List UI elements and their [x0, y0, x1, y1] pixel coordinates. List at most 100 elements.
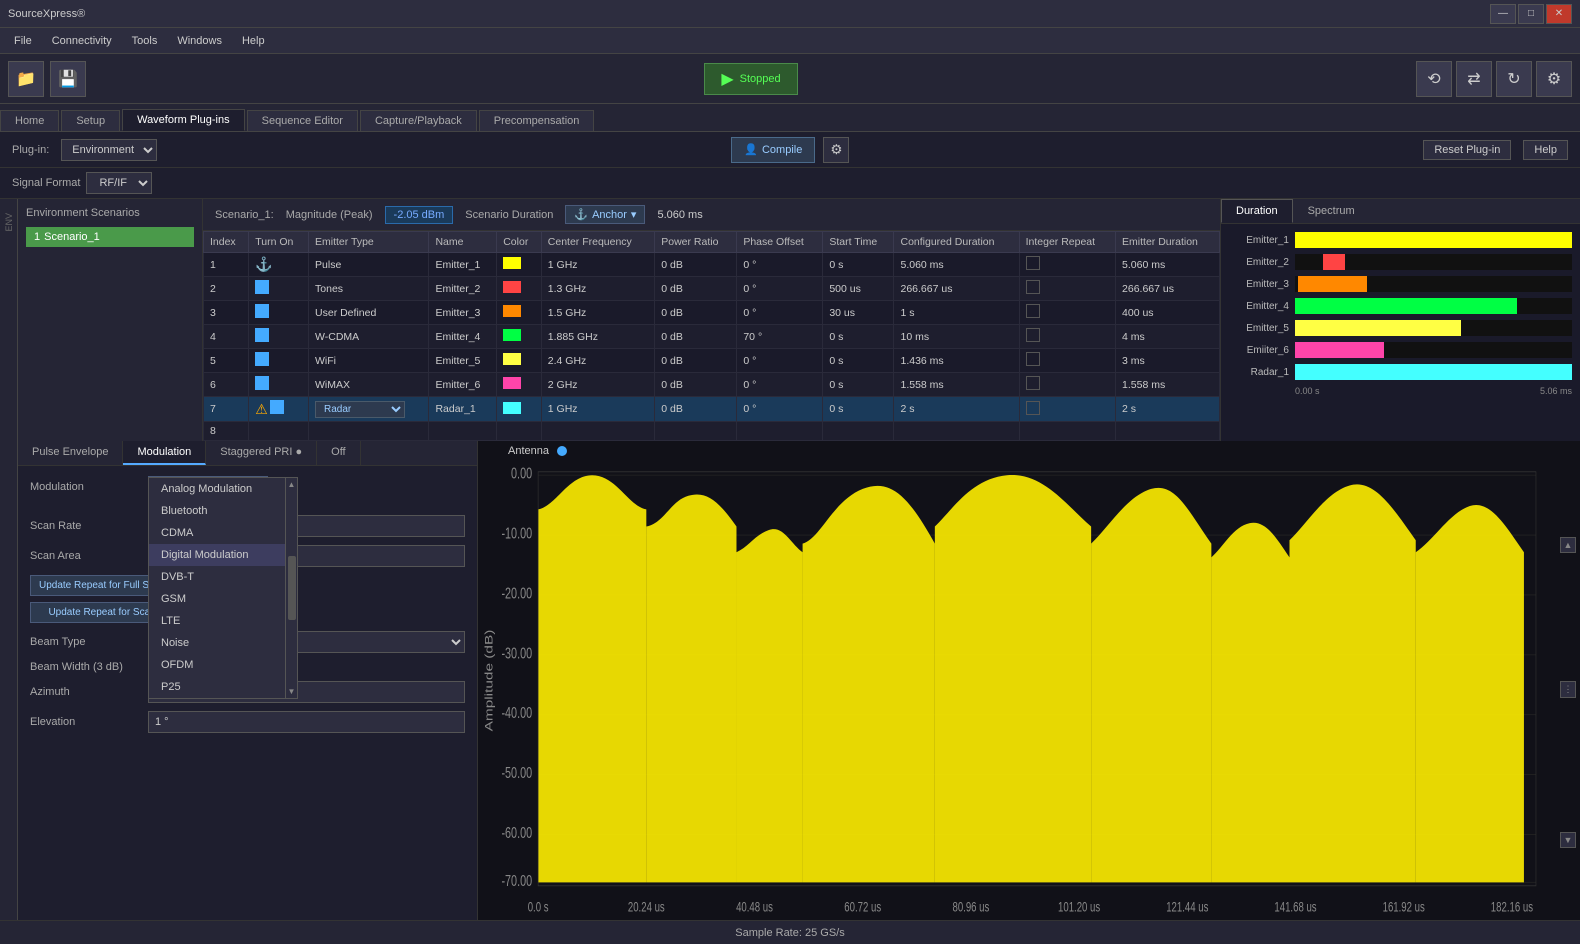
cell-anchor[interactable]: ⚓ — [249, 253, 309, 277]
cell-turnon[interactable] — [249, 301, 309, 325]
cell-phase: 70 ° — [737, 325, 823, 349]
scenario-item-1[interactable]: 1 Scenario_1 — [26, 227, 194, 247]
tab-waveform-plugins[interactable]: Waveform Plug-ins — [122, 109, 245, 131]
tab-staggered-pri[interactable]: Staggered PRI ● — [206, 441, 317, 465]
settings-button[interactable]: ⚙ — [823, 137, 849, 163]
cell-int-rep[interactable] — [1019, 325, 1115, 349]
tab-duration[interactable]: Duration — [1221, 199, 1293, 223]
menu-tools[interactable]: Tools — [122, 32, 168, 50]
svg-text:-40.00: -40.00 — [501, 704, 532, 721]
menu-help[interactable]: Help — [232, 32, 275, 50]
cell-turnon[interactable] — [249, 325, 309, 349]
close-button[interactable]: ✕ — [1546, 4, 1572, 24]
play-stop-button[interactable]: ▶ Stopped — [704, 63, 797, 95]
cell-int-rep[interactable] — [1019, 397, 1115, 422]
col-phase: Phase Offset — [737, 232, 823, 253]
menu-windows[interactable]: Windows — [167, 32, 232, 50]
tool-btn-1[interactable]: ⟲ — [1416, 61, 1452, 97]
cell-int-rep[interactable] — [1019, 373, 1115, 397]
table-row: 5 WiFi Emitter_5 2.4 GHz 0 dB 0 ° 0 s 1.… — [204, 349, 1220, 373]
emitter-type-select[interactable]: Radar — [315, 401, 405, 418]
tool-btn-3[interactable]: ↻ — [1496, 61, 1532, 97]
cell-color — [497, 373, 542, 397]
tab-precompensation[interactable]: Precompensation — [479, 110, 595, 131]
dur-label-1: Emitter_1 — [1229, 235, 1289, 246]
tab-spectrum[interactable]: Spectrum — [1293, 199, 1370, 223]
cell-turnon[interactable] — [249, 349, 309, 373]
tab-off[interactable]: Off — [317, 441, 360, 465]
dur-row-7: Radar_1 — [1229, 364, 1572, 380]
tab-sequence-editor[interactable]: Sequence Editor — [247, 110, 358, 131]
tab-home[interactable]: Home — [0, 110, 59, 131]
cell-int-rep[interactable] — [1019, 253, 1115, 277]
svg-text:0.0 s: 0.0 s — [528, 899, 549, 915]
chart-scroll-up[interactable]: ▲ — [1560, 537, 1576, 553]
tab-setup[interactable]: Setup — [61, 110, 120, 131]
menu-file[interactable]: File — [4, 32, 42, 50]
minimize-button[interactable]: — — [1490, 4, 1516, 24]
elevation-row: Elevation — [30, 711, 465, 733]
cell-freq: 1.3 GHz — [541, 277, 654, 301]
dropdown-scroll-up[interactable]: ▲ — [288, 480, 296, 489]
cell-freq: 1 GHz — [541, 397, 654, 422]
cell-int-rep[interactable] — [1019, 349, 1115, 373]
tool-btn-2[interactable]: ⇄ — [1456, 61, 1492, 97]
anchor-button[interactable]: ⚓ Anchor ▾ — [565, 205, 645, 224]
signal-format-select[interactable]: RF/IF — [86, 172, 152, 194]
col-conf-dur: Configured Duration — [894, 232, 1019, 253]
tool-btn-4[interactable]: ⚙ — [1536, 61, 1572, 97]
cell-index: 5 — [204, 349, 249, 373]
reset-plugin-button[interactable]: Reset Plug-in — [1423, 140, 1511, 160]
tab-modulation[interactable]: Modulation — [123, 441, 206, 465]
dropdown-scroll-down[interactable]: ▼ — [288, 687, 296, 696]
compile-button[interactable]: 👤 Compile — [731, 137, 815, 163]
table-row: 6 WiMAX Emitter_6 2 GHz 0 dB 0 ° 0 s 1.5… — [204, 373, 1220, 397]
help-button[interactable]: Help — [1523, 140, 1568, 160]
chart-scroll-down[interactable]: ▼ — [1560, 832, 1576, 848]
svg-text:60.72 us: 60.72 us — [844, 899, 881, 915]
maximize-button[interactable]: □ — [1518, 4, 1544, 24]
cell-turnon[interactable] — [249, 277, 309, 301]
cell-emit-dur: 1.558 ms — [1116, 373, 1220, 397]
cell-conf-dur: 1.558 ms — [894, 373, 1019, 397]
cell-name: Emitter_6 — [429, 373, 497, 397]
cell-freq: 2 GHz — [541, 373, 654, 397]
svg-text:161.92 us: 161.92 us — [1383, 899, 1425, 915]
col-color: Color — [497, 232, 542, 253]
elevation-input[interactable] — [148, 711, 465, 733]
antenna-label: Antenna — [508, 445, 549, 457]
mod-item-digital[interactable]: Digital Modulation — [149, 544, 297, 566]
chart-area: Antenna ▲ ▼ ⋮ — [478, 441, 1580, 920]
svg-text:80.96 us: 80.96 us — [952, 899, 989, 915]
plugin-select[interactable]: Environment — [61, 139, 157, 161]
mod-item-noise[interactable]: Noise — [149, 632, 297, 654]
mod-item-dvbt[interactable]: DVB-T — [149, 566, 297, 588]
cell-int-rep[interactable] — [1019, 301, 1115, 325]
cell-index: 2 — [204, 277, 249, 301]
cell-emit-dur: 5.060 ms — [1116, 253, 1220, 277]
mod-item-ofdm[interactable]: OFDM — [149, 654, 297, 676]
mod-item-gsm[interactable]: GSM — [149, 588, 297, 610]
mod-item-bluetooth[interactable]: Bluetooth — [149, 500, 297, 522]
cell-turnon[interactable] — [249, 373, 309, 397]
cell-index: 6 — [204, 373, 249, 397]
mod-item-analog[interactable]: Analog Modulation — [149, 478, 297, 500]
save-button[interactable]: 💾 — [50, 61, 86, 97]
cell-type[interactable]: Radar — [309, 397, 429, 422]
duration-tabs: Duration Spectrum — [1221, 199, 1580, 224]
magnitude-value[interactable]: -2.05 dBm — [385, 206, 454, 224]
tab-capture-playback[interactable]: Capture/Playback — [360, 110, 477, 131]
mod-item-lte[interactable]: LTE — [149, 610, 297, 632]
cell-int-rep[interactable] — [1019, 277, 1115, 301]
tab-pulse-envelope[interactable]: Pulse Envelope — [18, 441, 123, 465]
col-emit-dur: Emitter Duration — [1116, 232, 1220, 253]
mod-item-p25[interactable]: P25 — [149, 676, 297, 698]
menu-connectivity[interactable]: Connectivity — [42, 32, 122, 50]
chart-options-button[interactable]: ⋮ — [1560, 681, 1576, 698]
open-button[interactable]: 📁 — [8, 61, 44, 97]
elevation-label: Elevation — [30, 716, 140, 728]
dur-row-3: Emitter_3 — [1229, 276, 1572, 292]
cell-color — [497, 325, 542, 349]
mod-item-cdma[interactable]: CDMA — [149, 522, 297, 544]
dur-row-2: Emitter_2 — [1229, 254, 1572, 270]
